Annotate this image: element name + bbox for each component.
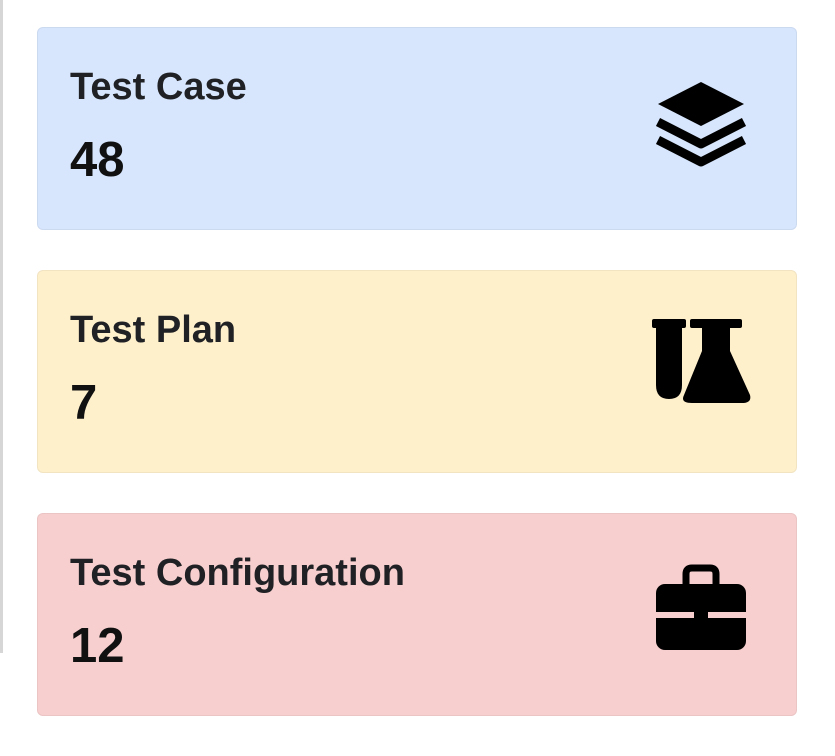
flask-icon (646, 311, 756, 421)
test-case-card[interactable]: Test Case 48 (37, 27, 797, 230)
card-count: 48 (70, 133, 125, 187)
test-configuration-card[interactable]: Test Configuration 12 (37, 513, 797, 716)
left-border (0, 0, 3, 653)
card-title: Test Configuration (70, 552, 405, 594)
stats-cards: Test Case 48 Test Plan 7 Test Configurat… (37, 27, 797, 756)
card-count: 7 (70, 376, 98, 430)
toolbox-icon (646, 554, 756, 664)
layers-icon (646, 68, 756, 178)
card-title: Test Case (70, 66, 247, 108)
test-plan-card[interactable]: Test Plan 7 (37, 270, 797, 473)
card-count: 12 (70, 619, 125, 673)
card-title: Test Plan (70, 309, 237, 351)
